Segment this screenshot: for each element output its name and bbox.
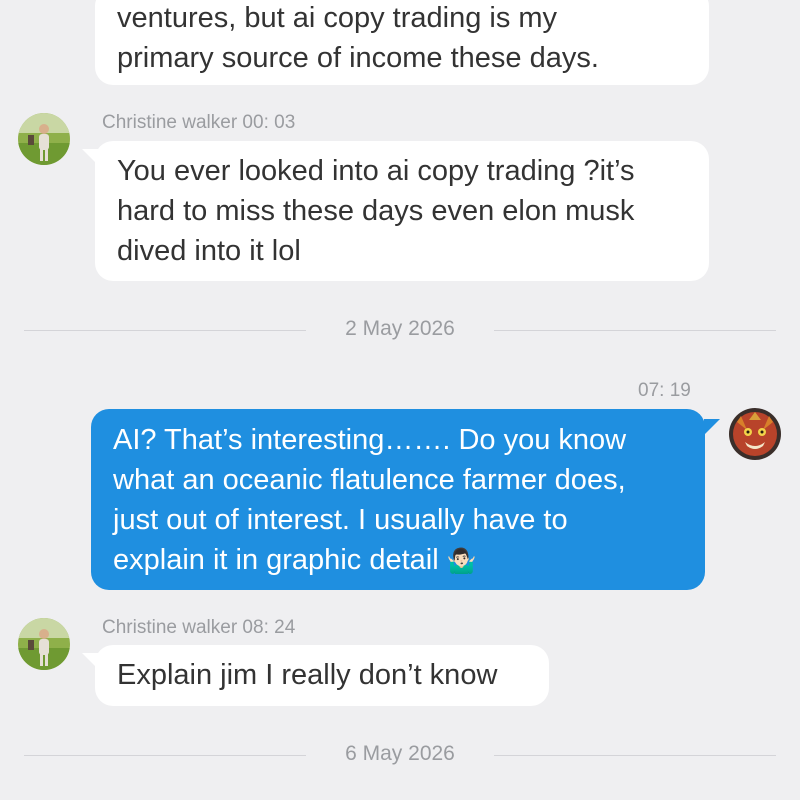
date-separator: 2 May 2026 <box>24 315 776 345</box>
message-line: AI? That’s interesting……. Do you know <box>113 424 627 456</box>
message-bubble-outgoing[interactable]: AI? That’s interesting……. Do you know wh… <box>91 409 705 590</box>
date-label: 6 May 2026 <box>345 742 455 765</box>
message-line: hard to miss these days even elon musk <box>117 195 635 227</box>
message-line: Explain jim I really don’t know <box>117 659 498 691</box>
message-line-text: explain it in graphic detail <box>113 544 439 576</box>
own-avatar[interactable] <box>729 408 781 460</box>
date-label: 2 May 2026 <box>345 317 455 340</box>
contact-avatar[interactable] <box>18 618 70 670</box>
message-bubble-incoming[interactable]: Explain jim I really don’t know <box>95 645 549 706</box>
message-sender-time: Christine walker 08: 24 <box>102 617 296 638</box>
separator-line <box>494 330 776 331</box>
message-line: dived into it lol <box>117 235 301 267</box>
message-line: just out of interest. I usually have to <box>113 504 568 536</box>
shrug-emoji-icon: 🤷🏻‍♂️ <box>446 548 477 575</box>
christine-avatar-icon <box>18 113 70 165</box>
contact-avatar[interactable] <box>18 113 70 165</box>
message-sender-time: Christine walker 00: 03 <box>102 112 296 133</box>
message-line: You ever looked into ai copy trading ?it… <box>117 155 635 187</box>
message-line: what an oceanic flatulence farmer does, <box>113 464 626 496</box>
dragon-avatar-icon <box>729 408 781 460</box>
chat-thread: ventures, but ai copy trading is my prim… <box>0 0 800 800</box>
date-separator: 6 May 2026 <box>24 740 776 770</box>
message-line: primary source of income these days. <box>117 42 599 74</box>
christine-avatar-icon <box>18 618 70 670</box>
message-time: 07: 19 <box>638 380 691 401</box>
message-line: explain it in graphic detail 🤷🏻‍♂️ <box>113 540 683 582</box>
separator-line <box>494 755 776 756</box>
bubble-tail <box>704 419 720 435</box>
message-bubble-incoming[interactable]: ventures, but ai copy trading is my prim… <box>95 0 709 85</box>
message-line: ventures, but ai copy trading is my <box>117 2 558 34</box>
message-bubble-incoming[interactable]: You ever looked into ai copy trading ?it… <box>95 141 709 281</box>
